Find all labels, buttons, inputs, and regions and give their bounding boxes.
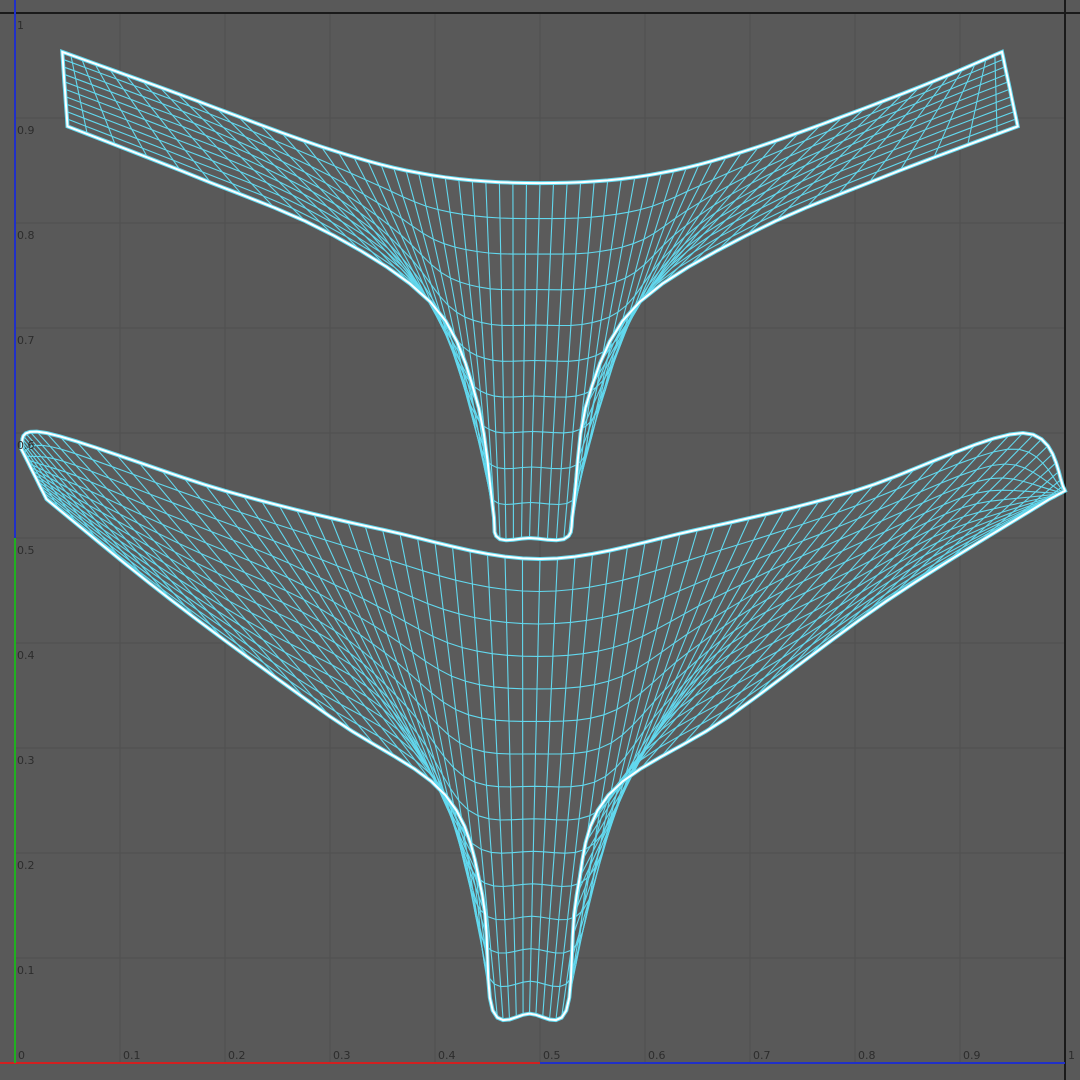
v-tick-label: 1	[17, 19, 24, 32]
v-tick-label: 0.4	[17, 649, 35, 662]
u-tick-label: 0.6	[648, 1049, 666, 1062]
v-tick-label: 0.6	[17, 439, 35, 452]
u-tick-label: 0.9	[963, 1049, 981, 1062]
v-tick-label: 0.9	[17, 124, 35, 137]
uv-editor-viewport[interactable]: 0 0.1 0.2 0.3 0.4 0.5 0.6 0.7 0.8 0.9 1 0.1 0.2 0.3 0.…	[0, 0, 1080, 1080]
u-tick-label: 0.8	[858, 1049, 876, 1062]
v-tick-label: 0.2	[17, 859, 35, 872]
v-tick-label: 0.3	[17, 754, 35, 767]
u-tick-label: 0	[18, 1049, 25, 1062]
u-tick-label: 0.7	[753, 1049, 771, 1062]
u-tick-label: 1	[1068, 1049, 1075, 1062]
v-tick-label: 0.7	[17, 334, 35, 347]
u-tick-label: 0.3	[333, 1049, 351, 1062]
u-tick-label: 0.1	[123, 1049, 141, 1062]
u-tick-label: 0.4	[438, 1049, 456, 1062]
u-tick-label: 0.2	[228, 1049, 246, 1062]
v-tick-label: 0.1	[17, 964, 35, 977]
v-tick-label: 0.5	[17, 544, 35, 557]
u-tick-label: 0.5	[543, 1049, 561, 1062]
v-tick-label: 0.8	[17, 229, 35, 242]
